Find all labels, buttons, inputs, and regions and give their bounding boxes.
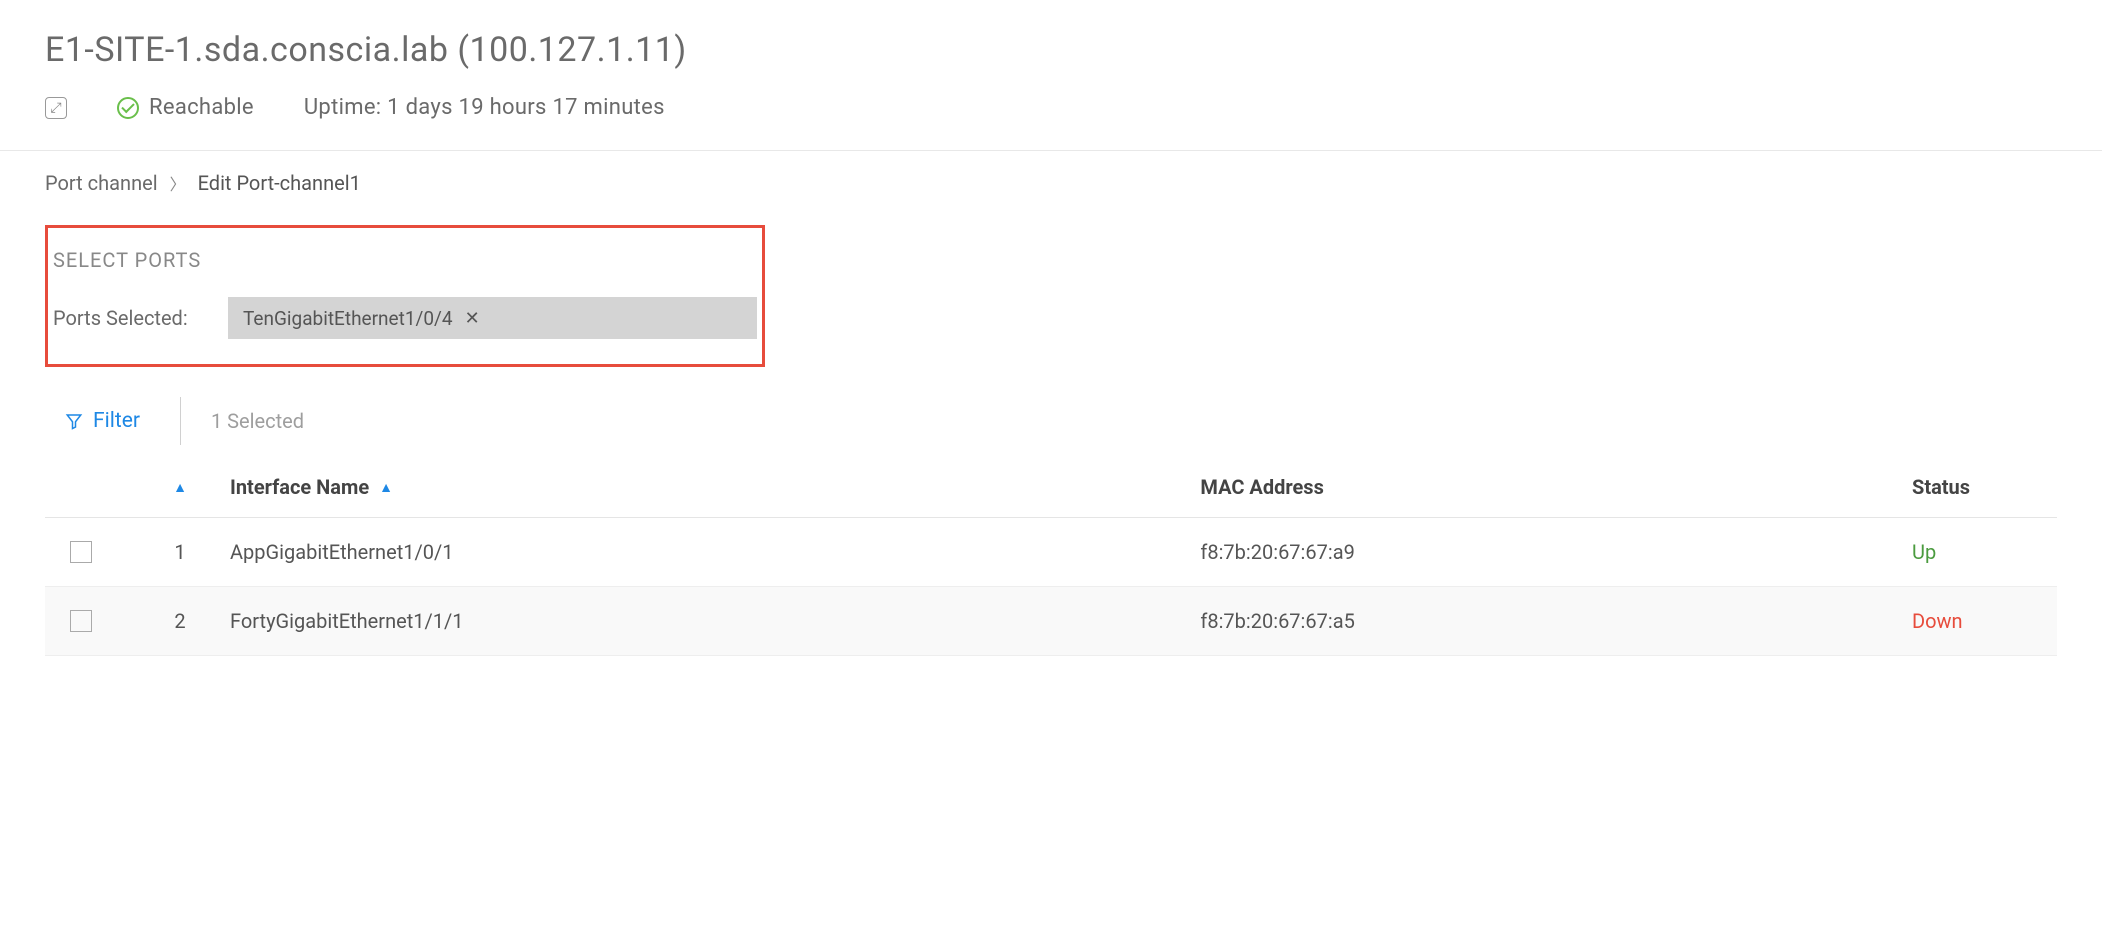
select-ports-panel: SELECT PORTS Ports Selected: TenGigabitE… <box>45 225 765 367</box>
table-header-row: ▲ Interface Name ▲ MAC Address Status <box>45 460 2057 518</box>
breadcrumb-current: Edit Port-channel1 <box>198 171 361 195</box>
mac-address-cell: f8:7b:20:67:67:a5 <box>1200 609 1912 633</box>
port-chip-container[interactable]: TenGigabitEthernet1/0/4 ✕ <box>228 297 757 339</box>
interface-name-cell[interactable]: AppGigabitEthernet1/0/1 <box>230 540 1200 564</box>
sort-arrow-icon: ▲ <box>173 479 187 496</box>
status-row: Reachable Uptime: 1 days 19 hours 17 min… <box>45 95 2057 120</box>
row-checkbox[interactable] <box>70 541 92 563</box>
table-toolbar: Filter 1 Selected <box>45 397 2057 460</box>
reachable-label: Reachable <box>149 95 254 120</box>
chip-remove-icon[interactable]: ✕ <box>465 308 480 329</box>
select-ports-heading: SELECT PORTS <box>53 248 762 272</box>
status-cell: Up <box>1912 540 2032 564</box>
sort-arrow-icon: ▲ <box>379 479 393 496</box>
col-row-num-header[interactable]: ▲ <box>130 479 230 496</box>
row-number: 2 <box>130 609 230 633</box>
breadcrumb-parent[interactable]: Port channel <box>45 171 158 195</box>
table-row: 1 AppGigabitEthernet1/0/1 f8:7b:20:67:67… <box>45 518 2057 587</box>
ports-selected-row: Ports Selected: TenGigabitEthernet1/0/4 … <box>53 297 762 339</box>
page-title: E1-SITE-1.sda.conscia.lab (100.127.1.11) <box>45 30 2057 70</box>
ports-selected-label: Ports Selected: <box>53 306 228 330</box>
interface-header-label: Interface Name <box>230 475 369 499</box>
row-number: 1 <box>130 540 230 564</box>
filter-label: Filter <box>93 409 140 433</box>
port-chip-text: TenGigabitEthernet1/0/4 <box>243 307 453 330</box>
interface-name-cell[interactable]: FortyGigabitEthernet1/1/1 <box>230 609 1200 633</box>
col-status-header[interactable]: Status <box>1912 475 2032 499</box>
funnel-icon <box>65 412 83 430</box>
uptime-label: Uptime: 1 days 19 hours 17 minutes <box>304 95 665 120</box>
expand-icon[interactable] <box>45 97 67 119</box>
reachable-status: Reachable <box>117 95 254 120</box>
breadcrumb: Port channel 〉 Edit Port-channel1 <box>45 171 2057 195</box>
filter-button[interactable]: Filter <box>55 399 150 443</box>
selected-count: 1 Selected <box>211 409 304 433</box>
device-header: E1-SITE-1.sda.conscia.lab (100.127.1.11)… <box>0 0 2102 150</box>
main-content: Port channel 〉 Edit Port-channel1 SELECT… <box>0 151 2102 676</box>
chevron-right-icon: 〉 <box>170 171 186 195</box>
col-interface-header[interactable]: Interface Name ▲ <box>230 475 1200 499</box>
check-circle-icon <box>117 97 139 119</box>
toolbar-divider <box>180 397 181 445</box>
interfaces-table: ▲ Interface Name ▲ MAC Address Status 1 … <box>45 460 2057 656</box>
status-cell: Down <box>1912 609 2032 633</box>
row-checkbox[interactable] <box>70 610 92 632</box>
col-mac-header[interactable]: MAC Address <box>1200 475 1912 499</box>
mac-address-cell: f8:7b:20:67:67:a9 <box>1200 540 1912 564</box>
table-row: 2 FortyGigabitEthernet1/1/1 f8:7b:20:67:… <box>45 587 2057 656</box>
